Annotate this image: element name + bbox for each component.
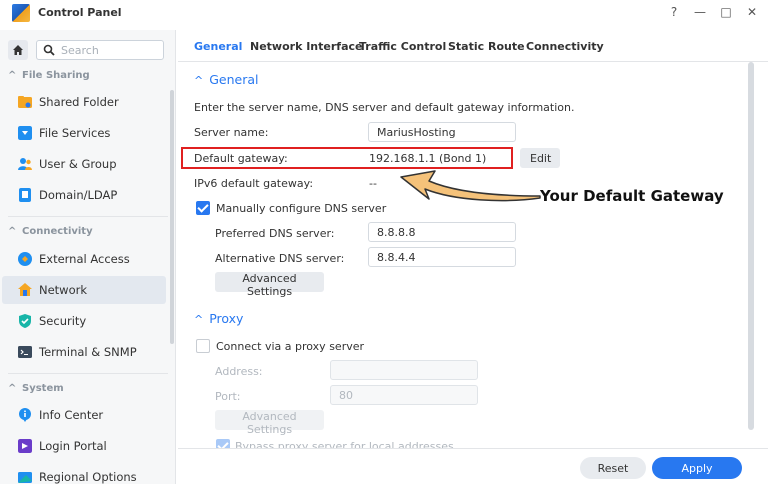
shared-folder-icon: [18, 96, 32, 108]
sidebar-item-label: Login Portal: [39, 439, 107, 453]
section-connectivity[interactable]: ^ Connectivity: [0, 226, 168, 244]
preferred-dns-label: Preferred DNS server:: [215, 227, 335, 240]
sidebar-item-regional-options[interactable]: Regional Options: [2, 463, 166, 484]
login-portal-icon: [18, 439, 32, 453]
general-description: Enter the server name, DNS server and de…: [194, 101, 575, 114]
proxy-advanced-settings-button[interactable]: Advanced Settings: [215, 410, 324, 436]
general-group-header[interactable]: ^ General: [194, 72, 258, 87]
collapse-caret-icon: ^: [194, 74, 204, 87]
search-icon: [43, 44, 55, 56]
section-label: System: [22, 383, 64, 394]
domain-ldap-icon: [19, 188, 31, 202]
info-center-icon: [19, 408, 31, 422]
sidebar: ^ File Sharing Shared Folder File Servic…: [0, 30, 176, 484]
sidebar-item-login-portal[interactable]: Login Portal: [2, 432, 166, 460]
network-icon: [18, 283, 32, 296]
tab-network-interface[interactable]: Network Interface: [250, 40, 362, 53]
sidebar-item-user-group[interactable]: User & Group: [2, 150, 166, 178]
collapse-caret-icon: ^: [8, 383, 17, 394]
section-label: Connectivity: [22, 226, 93, 237]
minimize-icon[interactable]: —: [694, 5, 706, 19]
sidebar-item-domain-ldap[interactable]: Domain/LDAP: [2, 181, 166, 209]
sidebar-scrollbar[interactable]: [170, 90, 174, 344]
proxy-group-header[interactable]: ^ Proxy: [194, 311, 243, 326]
proxy-port-field[interactable]: [330, 385, 478, 405]
proxy-checkbox[interactable]: [196, 339, 210, 353]
maximize-icon[interactable]: □: [720, 5, 732, 19]
security-shield-icon: [19, 314, 31, 328]
sidebar-item-label: Info Center: [39, 408, 104, 422]
default-gateway-callout: Your Default Gateway: [540, 187, 724, 205]
sidebar-item-network[interactable]: Network: [2, 276, 166, 304]
user-group-icon: [18, 158, 32, 170]
sidebar-item-info-center[interactable]: Info Center: [2, 401, 166, 429]
control-panel-app-icon: [12, 4, 30, 22]
terminal-icon: [18, 346, 32, 358]
sidebar-item-shared-folder[interactable]: Shared Folder: [2, 88, 166, 116]
title-bar: Control Panel ? — □ ✕: [0, 0, 768, 28]
tab-general[interactable]: General: [194, 40, 242, 53]
window-title: Control Panel: [38, 6, 122, 19]
preferred-dns-field[interactable]: [368, 222, 516, 242]
close-icon[interactable]: ✕: [746, 5, 758, 19]
file-services-icon: [18, 126, 32, 140]
section-label: File Sharing: [22, 70, 90, 81]
search-input[interactable]: [61, 43, 157, 57]
reset-button[interactable]: Reset: [580, 457, 646, 479]
sidebar-item-label: Security: [39, 314, 87, 328]
collapse-caret-icon: ^: [8, 70, 17, 81]
sidebar-item-terminal-snmp[interactable]: Terminal & SNMP: [2, 338, 166, 366]
footer-bar: Reset Apply: [178, 448, 768, 484]
ipv6-gateway-value: --: [369, 177, 377, 190]
sidebar-item-label: File Services: [39, 126, 111, 140]
sidebar-item-label: Regional Options: [39, 470, 137, 484]
sidebar-item-label: Network: [39, 283, 88, 297]
collapse-caret-icon: ^: [194, 313, 204, 326]
proxy-port-label: Port:: [215, 390, 241, 403]
sidebar-item-label: External Access: [39, 252, 130, 266]
tab-connectivity[interactable]: Connectivity: [526, 40, 604, 53]
proxy-address-label: Address:: [215, 365, 263, 378]
search-box[interactable]: [36, 40, 164, 60]
alternative-dns-field[interactable]: [368, 247, 516, 267]
proxy-connect-label[interactable]: Connect via a proxy server: [216, 340, 364, 353]
section-system[interactable]: ^ System: [0, 383, 168, 401]
help-icon[interactable]: ?: [668, 5, 680, 19]
sidebar-item-file-services[interactable]: File Services: [2, 119, 166, 147]
ipv6-gateway-label: IPv6 default gateway:: [194, 177, 314, 190]
server-name-field[interactable]: [368, 122, 516, 142]
collapse-caret-icon: ^: [8, 226, 17, 237]
manual-dns-label[interactable]: Manually configure DNS server: [216, 202, 386, 215]
section-file-sharing[interactable]: ^ File Sharing: [0, 70, 168, 88]
sidebar-item-label: Terminal & SNMP: [39, 345, 137, 359]
alternative-dns-label: Alternative DNS server:: [215, 252, 345, 265]
home-icon: [13, 45, 23, 55]
section-divider: [8, 216, 168, 217]
dns-advanced-settings-button[interactable]: Advanced Settings: [215, 272, 324, 298]
sidebar-item-security[interactable]: Security: [2, 307, 166, 335]
sidebar-item-label: Shared Folder: [39, 95, 119, 109]
main-panel: General Network Interface Traffic Contro…: [178, 30, 768, 484]
group-title: Proxy: [209, 311, 244, 326]
server-name-label: Server name:: [194, 126, 269, 139]
callout-arrow-icon: [400, 170, 541, 202]
window-controls: ? — □ ✕: [668, 5, 758, 19]
sidebar-item-label: User & Group: [39, 157, 117, 171]
main-scrollbar[interactable]: [748, 62, 754, 430]
tab-bar: General Network Interface Traffic Contro…: [178, 30, 768, 62]
sidebar-item-label: Domain/LDAP: [39, 188, 118, 202]
external-access-icon: [18, 252, 32, 266]
group-title: General: [209, 72, 259, 87]
proxy-address-field[interactable]: [330, 360, 478, 380]
regional-options-icon: [18, 472, 32, 483]
tab-static-route[interactable]: Static Route: [448, 40, 525, 53]
manual-dns-checkbox[interactable]: [196, 201, 210, 215]
section-divider: [8, 373, 168, 374]
apply-button[interactable]: Apply: [652, 457, 742, 479]
sidebar-item-external-access[interactable]: External Access: [2, 245, 166, 273]
home-button[interactable]: [8, 40, 28, 60]
tab-traffic-control[interactable]: Traffic Control: [359, 40, 446, 53]
